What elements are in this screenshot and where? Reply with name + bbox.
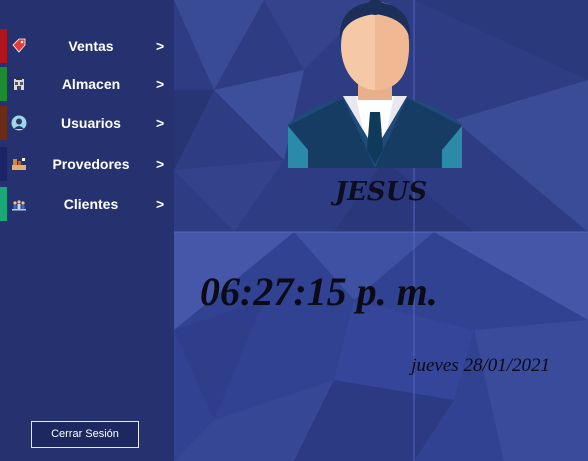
sidebar-stripe (0, 187, 7, 221)
chevron-right-icon: > (156, 115, 165, 131)
chevron-right-icon: > (156, 76, 165, 92)
sidebar-item-provedores[interactable]: Provedores > (0, 147, 174, 181)
sidebar-stripe (0, 106, 7, 140)
sidebar-item-label: Provedores (52, 156, 130, 172)
warehouse-icon (14, 77, 24, 90)
sidebar-item-almacen[interactable]: Almacen > (0, 67, 174, 101)
supplier-icon (12, 158, 26, 170)
sidebar-item-clientes[interactable]: Clientes > (0, 187, 174, 221)
sidebar-item-ventas[interactable]: Ventas > (0, 29, 174, 63)
chevron-right-icon: > (156, 196, 165, 212)
sidebar-item-label: Almacen (61, 76, 121, 92)
sidebar-stripe (0, 147, 7, 181)
businessman-avatar-icon (288, 0, 462, 168)
sidebar: Ventas > Almacen > Usuarios > Provedores… (0, 0, 174, 461)
sale-tag-icon (12, 38, 26, 53)
sidebar-item-label: Clientes (63, 196, 119, 212)
user-icon (11, 115, 27, 131)
clock-date: jueves 28/01/2021 (411, 355, 550, 376)
logout-button[interactable]: Cerrar Sesión (31, 421, 139, 448)
sidebar-stripe (0, 29, 7, 63)
sidebar-item-label: Usuarios (61, 115, 121, 131)
chevron-right-icon: > (156, 156, 165, 172)
sidebar-stripe (0, 67, 7, 101)
sidebar-item-usuarios[interactable]: Usuarios > (0, 106, 174, 140)
sidebar-item-label: Ventas (68, 38, 114, 54)
clock-time: 06:27:15 p. m. (200, 269, 438, 314)
user-name: JESUS (334, 177, 428, 207)
chevron-right-icon: > (156, 38, 165, 54)
clients-icon (12, 200, 26, 211)
